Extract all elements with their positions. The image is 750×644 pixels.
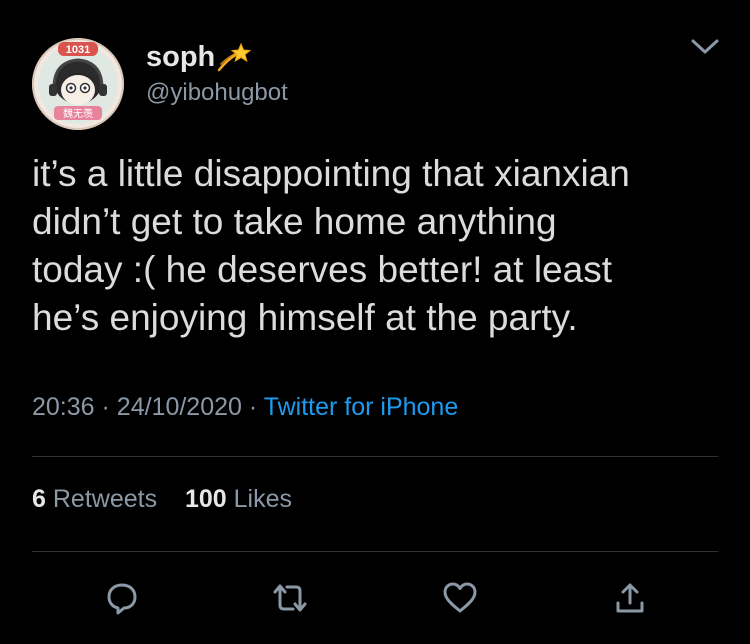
- share-button[interactable]: [610, 578, 650, 618]
- tweet-detail: 1031 魏无羡 soph @yibohugbot it’s a little …: [0, 0, 750, 644]
- likes-count: 100: [184, 485, 227, 513]
- author-handle[interactable]: @yibohugbot: [146, 78, 288, 108]
- like-icon: [443, 582, 477, 613]
- tweet-time: 20:36: [32, 393, 95, 421]
- more-options-button[interactable]: [688, 34, 722, 58]
- likes-stat[interactable]: 100 Likes: [185, 485, 292, 513]
- avatar-image: 1031 魏无羡: [32, 38, 124, 130]
- retweet-icon: [273, 584, 307, 612]
- meta-separator: ·: [248, 393, 258, 421]
- retweets-label: Retweets: [52, 485, 158, 513]
- chevron-down-icon: [691, 39, 719, 54]
- retweet-button[interactable]: [270, 578, 310, 618]
- retweets-stat[interactable]: 6 Retweets: [32, 485, 164, 513]
- meta-separator: ·: [101, 393, 110, 421]
- dizzy-icon: [217, 42, 253, 72]
- tweet-text: it’s a little disappointing that xianxia…: [32, 153, 630, 338]
- reply-button[interactable]: [102, 578, 142, 618]
- tweet-source-link[interactable]: Twitter for iPhone: [264, 393, 459, 421]
- likes-label: Likes: [233, 485, 293, 513]
- author-name-text: soph: [146, 41, 216, 73]
- avatar-badge-text: 1031: [66, 44, 90, 56]
- author-name[interactable]: soph: [146, 40, 253, 74]
- divider: [32, 456, 718, 457]
- avatar-caption-text: 魏无羡: [63, 107, 93, 120]
- like-button[interactable]: [440, 578, 480, 618]
- share-icon: [616, 583, 644, 613]
- divider: [32, 551, 718, 552]
- tweet-stats: 6 Retweets 100 Likes: [32, 484, 292, 514]
- retweets-count: 6: [32, 485, 46, 513]
- tweet-date: 24/10/2020: [116, 393, 242, 421]
- tweet-meta: 20:36 · 24/10/2020 · Twitter for iPhone: [32, 392, 458, 422]
- reply-icon: [107, 583, 137, 615]
- avatar[interactable]: 1031 魏无羡: [32, 38, 124, 130]
